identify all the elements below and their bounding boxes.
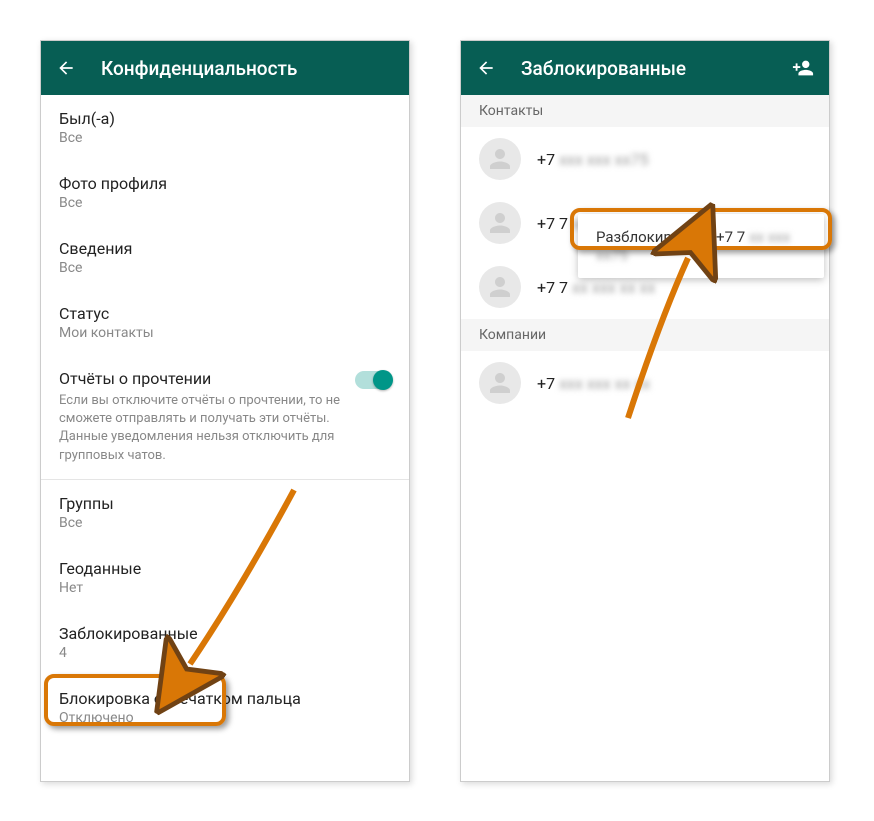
avatar-icon bbox=[479, 266, 521, 308]
setting-title: Фото профиля bbox=[59, 174, 391, 193]
header-title: Заблокированные bbox=[521, 57, 791, 80]
contact-row[interactable]: +7xxx xxx xx xx bbox=[461, 351, 829, 415]
contact-row[interactable]: +7xxx xxx xx75 bbox=[461, 127, 829, 191]
privacy-screen: Конфиденциальность Был(-а) Все Фото проф… bbox=[40, 40, 410, 782]
blocked-screen: Заблокированные Контакты +7xxx xxx xx75 … bbox=[460, 40, 830, 782]
back-arrow-icon[interactable] bbox=[55, 57, 77, 79]
setting-blocked[interactable]: Заблокированные 4 bbox=[41, 610, 409, 675]
setting-title: Статус bbox=[59, 304, 391, 323]
setting-value: Нет bbox=[59, 580, 391, 596]
add-person-icon[interactable] bbox=[791, 56, 815, 80]
setting-value: Все bbox=[59, 195, 391, 211]
setting-title: Отчёты о прочтении bbox=[59, 369, 347, 388]
setting-title: Заблокированные bbox=[59, 624, 391, 643]
setting-value: Мои контакты bbox=[59, 325, 391, 341]
avatar-icon bbox=[479, 362, 521, 404]
setting-title: Сведения bbox=[59, 239, 391, 258]
setting-value: Все bbox=[59, 130, 391, 146]
setting-title: Был(-а) bbox=[59, 109, 391, 128]
phone-number: +7xxx xxx xx xx bbox=[537, 374, 650, 393]
phone-number: +7 7xx xxx xx xx bbox=[537, 278, 655, 297]
setting-last-seen[interactable]: Был(-а) Все bbox=[41, 95, 409, 160]
setting-value: Отключено bbox=[59, 710, 391, 726]
context-menu-unblock[interactable]: Разблокировать +7 7xx xxx xx75 bbox=[578, 214, 824, 278]
setting-profile-photo[interactable]: Фото профиля Все bbox=[41, 160, 409, 225]
toggle-knob bbox=[373, 370, 393, 390]
setting-groups[interactable]: Группы Все bbox=[41, 480, 409, 545]
section-contacts: Контакты bbox=[461, 95, 829, 127]
section-companies: Компании bbox=[461, 319, 829, 351]
setting-read-receipts[interactable]: Отчёты о прочтении Если вы отключите отч… bbox=[41, 355, 409, 479]
setting-value: 4 bbox=[59, 645, 391, 661]
setting-value: Все bbox=[59, 515, 391, 531]
avatar-icon bbox=[479, 202, 521, 244]
back-arrow-icon[interactable] bbox=[475, 57, 497, 79]
setting-desc: Если вы отключите отчёты о прочтении, то… bbox=[59, 392, 347, 465]
toggle-switch[interactable] bbox=[355, 371, 391, 389]
header-title: Конфиденциальность bbox=[101, 57, 395, 80]
setting-value: Все bbox=[59, 260, 391, 276]
phone-number: +7xxx xxx xx75 bbox=[537, 150, 649, 169]
setting-title: Блокировка отпечатком пальца bbox=[59, 689, 391, 708]
avatar-icon bbox=[479, 138, 521, 180]
header: Заблокированные bbox=[461, 41, 829, 95]
header: Конфиденциальность bbox=[41, 41, 409, 95]
setting-title: Геоданные bbox=[59, 559, 391, 578]
setting-live-location[interactable]: Геоданные Нет bbox=[41, 545, 409, 610]
setting-title: Группы bbox=[59, 494, 391, 513]
setting-status[interactable]: Статус Мои контакты bbox=[41, 290, 409, 355]
setting-fingerprint[interactable]: Блокировка отпечатком пальца Отключено bbox=[41, 675, 409, 740]
setting-about[interactable]: Сведения Все bbox=[41, 225, 409, 290]
